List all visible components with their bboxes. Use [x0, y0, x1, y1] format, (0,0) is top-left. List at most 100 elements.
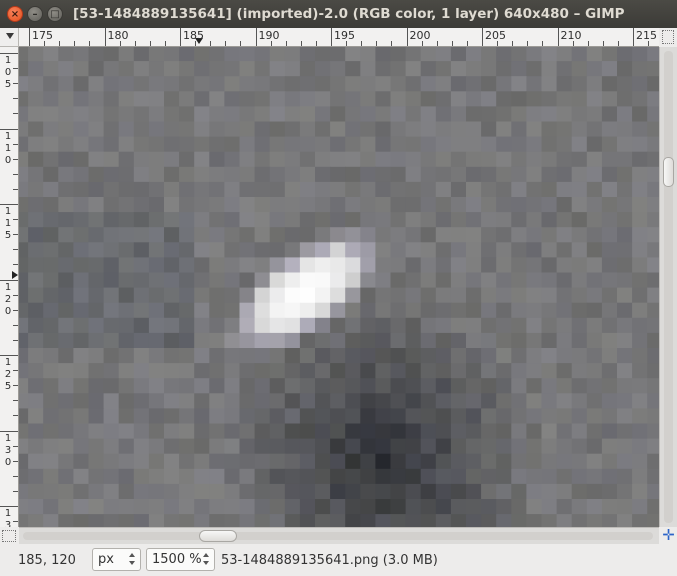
ruler-minor-tick: [13, 234, 18, 236]
ruler-minor-tick: [13, 113, 18, 115]
ruler-minor-tick: [13, 324, 18, 326]
ruler-minor-tick: [376, 41, 378, 46]
image-canvas[interactable]: [19, 47, 659, 527]
ruler-label-digit: 0: [4, 456, 12, 468]
ruler-minor-tick: [164, 41, 166, 46]
maximize-window-button[interactable]: □: [47, 6, 63, 22]
ruler-minor-tick: [44, 41, 46, 46]
horizontal-ruler[interactable]: 175 180 185 190 195 200 205 210 215: [19, 28, 659, 47]
vertical-scroll-trough[interactable]: [664, 51, 673, 523]
zoom-to-window-icon[interactable]: [662, 30, 674, 44]
ruler-minor-tick: [451, 41, 453, 46]
ruler-minor-tick: [466, 41, 468, 46]
quick-mask-toggle-icon[interactable]: [2, 530, 16, 542]
horizontal-scroll-trough[interactable]: [23, 532, 653, 540]
ruler-minor-tick: [497, 41, 499, 46]
ruler-minor-tick: [13, 68, 18, 70]
ruler-label: 205: [485, 29, 506, 42]
ruler-label-digit: 3: [4, 520, 12, 528]
ruler-minor-tick: [134, 41, 136, 46]
ruler-minor-tick: [13, 521, 18, 523]
ruler-label-digit: 5: [4, 381, 12, 392]
ruler-minor-tick: [648, 41, 650, 46]
ruler-major-tick: [0, 279, 18, 281]
ruler-minor-tick: [13, 158, 18, 160]
ruler-minor-tick: [13, 264, 18, 266]
horizontal-scrollbar[interactable]: [19, 527, 659, 544]
ruler-minor-tick: [225, 41, 227, 46]
ruler-label-digit: 0: [4, 154, 12, 166]
ruler-minor-tick: [195, 41, 197, 46]
ruler-label: 180: [107, 29, 129, 42]
vertical-scrollbar[interactable]: [659, 47, 677, 527]
unit-value: px: [98, 552, 114, 567]
ruler-minor-tick: [13, 385, 18, 387]
pixel-image[interactable]: [19, 47, 659, 527]
ruler-label: 210: [560, 29, 582, 42]
ruler-minor-tick: [300, 41, 302, 46]
unit-selector[interactable]: px: [92, 548, 141, 571]
ruler-major-tick: [180, 28, 181, 46]
maximize-icon: □: [50, 9, 60, 20]
ruler-minor-tick: [74, 41, 76, 46]
close-window-button[interactable]: ×: [7, 6, 23, 22]
ruler-minor-tick: [13, 219, 18, 221]
minimize-icon: –: [32, 9, 38, 20]
ruler-minor-tick: [361, 41, 363, 46]
vertical-scroll-thumb[interactable]: [663, 157, 674, 187]
ruler-minor-tick: [13, 143, 18, 145]
ruler-major-tick: [0, 430, 18, 432]
ruler-major-tick: [633, 28, 634, 46]
file-info: 53-1484889135641.png (3.0 MB): [221, 553, 438, 568]
ruler-minor-tick: [119, 41, 121, 46]
ruler-minor-tick: [13, 415, 18, 417]
ruler-major-tick: [29, 28, 30, 46]
ruler-label-digit: 1: [4, 357, 12, 368]
ruler-major-tick: [0, 204, 18, 205]
ruler-minor-tick: [617, 41, 619, 46]
ruler-minor-tick: [13, 309, 18, 311]
ruler-label-digit: 1: [4, 432, 12, 444]
ruler-label-digit: 5: [4, 230, 12, 241]
ruler-minor-tick: [149, 41, 151, 46]
close-icon: ×: [10, 9, 20, 20]
ruler-major-tick: [255, 28, 257, 46]
status-bar: 185, 120 px 1500 % 53-1484889135641.png …: [0, 544, 677, 576]
pointer-coordinates: 185, 120: [18, 553, 76, 568]
ruler-label-digit: 1: [4, 508, 12, 519]
ruler-label-digit: 1: [4, 55, 12, 66]
updown-arrows-icon: [129, 552, 137, 567]
ruler-minor-tick: [240, 41, 242, 46]
ruler-minor-tick: [270, 41, 272, 46]
navigate-icon[interactable]: ✛: [660, 527, 677, 544]
ruler-major-tick: [0, 53, 18, 54]
ruler-minor-tick: [89, 41, 91, 46]
ruler-minor-tick: [436, 41, 438, 46]
ruler-major-tick: [406, 28, 408, 46]
ruler-minor-tick: [13, 339, 18, 341]
ruler-major-tick: [0, 355, 18, 356]
ruler-label: 215: [636, 29, 657, 42]
ruler-minor-tick: [210, 41, 212, 46]
image-menu-button[interactable]: [0, 28, 19, 47]
ruler-label-digit: 2: [4, 293, 12, 305]
ruler-label: 200: [409, 29, 431, 42]
window-title: [53-1484889135641] (imported)-2.0 (RGB c…: [73, 6, 625, 22]
ruler-minor-tick: [13, 460, 18, 462]
ruler-minor-tick: [602, 41, 604, 46]
ruler-minor-tick: [391, 41, 393, 46]
minimize-window-button[interactable]: –: [27, 6, 43, 22]
ruler-label: 185: [183, 29, 204, 42]
ruler-label-digit: 1: [4, 281, 12, 293]
ruler-label-digit: 3: [4, 444, 12, 456]
zoom-selector[interactable]: 1500 %: [146, 548, 215, 571]
ruler-label: 175: [32, 29, 53, 42]
zoom-value: 1500 %: [152, 552, 202, 567]
horizontal-scroll-thumb[interactable]: [199, 530, 237, 542]
ruler-label-digit: 0: [4, 305, 12, 317]
ruler-minor-tick: [13, 445, 18, 447]
vertical-ruler[interactable]: 105110115120125130135: [0, 47, 19, 527]
ruler-minor-tick: [13, 294, 18, 296]
ruler-minor-tick: [285, 41, 287, 46]
ruler-label-digit: 1: [4, 218, 12, 229]
